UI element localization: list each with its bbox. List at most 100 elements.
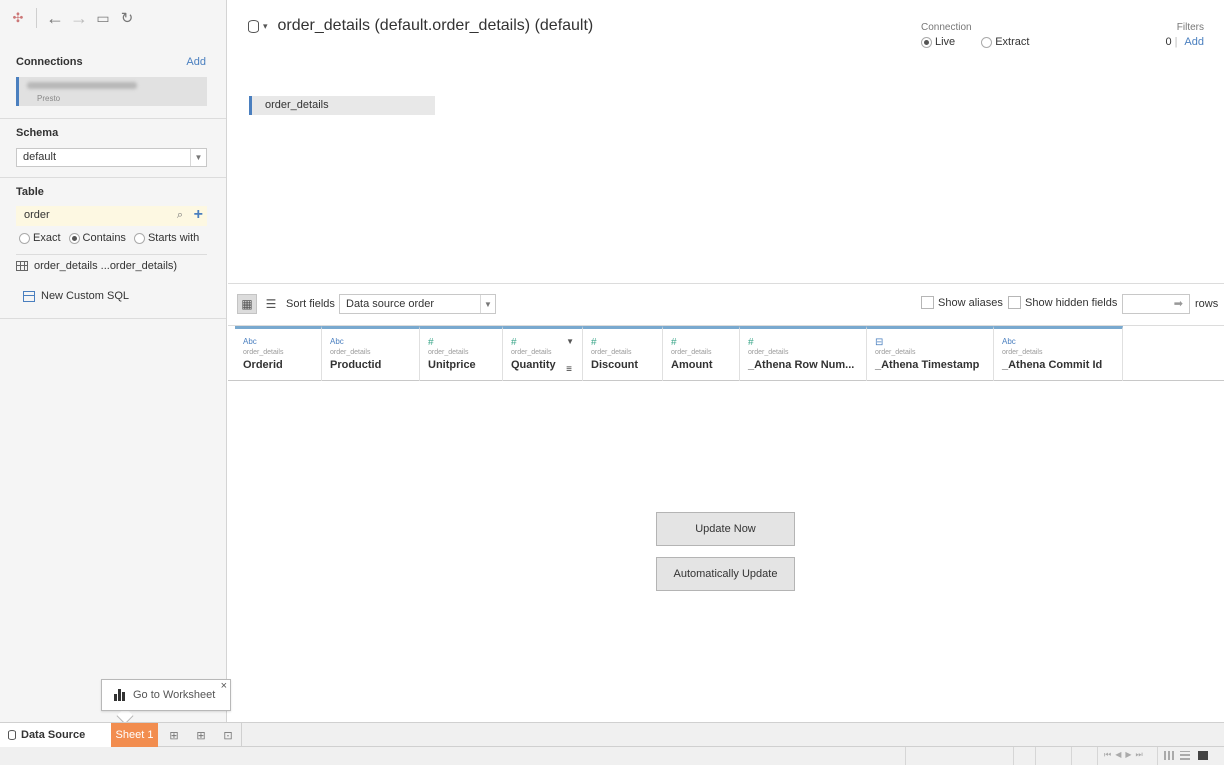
string-type-icon[interactable]: Abc bbox=[1002, 337, 1122, 347]
table-search-input[interactable]: order ⌕ + bbox=[16, 206, 207, 226]
datasource-title[interactable]: ▾ order_details (default.order_details) … bbox=[248, 17, 593, 35]
match-options: Exact Contains Starts with bbox=[19, 232, 203, 244]
rows-input[interactable]: ➡ bbox=[1122, 294, 1190, 314]
number-type-icon[interactable]: # bbox=[428, 337, 502, 348]
checkbox[interactable] bbox=[1008, 296, 1021, 309]
go-arrow-icon[interactable]: ➡ bbox=[1174, 297, 1183, 310]
radio-extract[interactable]: Extract bbox=[981, 36, 1029, 48]
radio-button[interactable] bbox=[19, 232, 30, 244]
sheet1-tab[interactable]: Sheet 1 bbox=[111, 723, 158, 747]
add-plus-icon[interactable]: + bbox=[194, 206, 203, 224]
radio-button[interactable] bbox=[133, 232, 145, 244]
tableau-logo-icon[interactable]: ✣ bbox=[6, 6, 30, 30]
radio-contains[interactable]: Contains bbox=[68, 232, 126, 244]
close-icon[interactable]: × bbox=[221, 680, 227, 692]
filters-label: Filters bbox=[1176, 22, 1204, 33]
refresh-icon[interactable]: ↻ bbox=[115, 6, 139, 30]
custom-sql-icon bbox=[23, 290, 35, 302]
tabs-view-icon[interactable] bbox=[1198, 751, 1208, 760]
column-header[interactable]: Abc order_details _Athena Commit Id bbox=[994, 326, 1123, 381]
data-source-tab-label: Data Source bbox=[21, 729, 86, 741]
auto-update-button[interactable]: Automatically Update bbox=[656, 557, 795, 591]
chevron-down-icon[interactable]: ▼ bbox=[190, 149, 206, 166]
chevron-down-icon[interactable]: ▼ bbox=[480, 295, 495, 313]
column-header[interactable]: # order_details _Athena Row Num... bbox=[740, 326, 867, 381]
status-segment bbox=[1035, 747, 1071, 765]
chevron-down-icon[interactable]: ▾ bbox=[263, 21, 268, 32]
column-header[interactable]: # order_details Amount bbox=[663, 326, 740, 381]
back-arrow-icon[interactable]: ← bbox=[43, 6, 67, 30]
radio-live[interactable]: Live bbox=[921, 36, 955, 48]
column-menu-icon[interactable]: ▼ bbox=[566, 337, 574, 346]
connection-item[interactable]: Presto bbox=[16, 77, 207, 106]
grid-view-button[interactable]: ▦ bbox=[237, 294, 257, 314]
number-type-icon[interactable]: # bbox=[591, 337, 662, 348]
string-type-icon[interactable]: Abc bbox=[330, 337, 419, 347]
sheet-navigation: ⏮◀▶⏭ bbox=[1097, 747, 1157, 765]
toolbar-divider bbox=[36, 8, 37, 28]
column-header[interactable]: # order_details Quantity ▼ ≡ bbox=[503, 326, 583, 381]
checkbox[interactable] bbox=[921, 296, 934, 309]
list-view-button[interactable]: ☰ bbox=[261, 294, 281, 314]
forward-arrow-icon[interactable]: → bbox=[67, 6, 91, 30]
update-now-button[interactable]: Update Now bbox=[656, 512, 795, 546]
table-heading: Table bbox=[16, 186, 44, 198]
new-custom-sql[interactable]: New Custom SQL bbox=[23, 290, 129, 302]
column-source: order_details bbox=[748, 349, 789, 356]
bar bbox=[122, 692, 125, 701]
column-source: order_details bbox=[243, 349, 284, 356]
radio-exact[interactable]: Exact bbox=[19, 232, 61, 244]
datetime-type-icon[interactable]: ⊟ bbox=[875, 337, 993, 348]
column-header[interactable]: # order_details Unitprice bbox=[420, 326, 503, 381]
search-value: order bbox=[24, 209, 50, 221]
filters-add-link[interactable]: Add bbox=[1184, 36, 1204, 48]
sheet-sorter-icon[interactable] bbox=[1164, 751, 1174, 760]
radio-label: Extract bbox=[995, 36, 1030, 48]
show-aliases-checkbox[interactable]: Show aliases bbox=[921, 296, 1003, 309]
top-toolbar: ✣ ← → ▭ ↻ bbox=[0, 6, 139, 30]
column-header[interactable]: Abc order_details Orderid bbox=[235, 326, 322, 381]
table-icon bbox=[16, 261, 28, 271]
filmstrip-icon[interactable] bbox=[1180, 751, 1190, 760]
radio-button[interactable] bbox=[981, 36, 993, 48]
radio-button[interactable] bbox=[68, 232, 80, 244]
radio-starts-with[interactable]: Starts with bbox=[133, 232, 199, 244]
divider bbox=[0, 318, 226, 319]
string-type-icon[interactable]: Abc bbox=[243, 337, 321, 347]
connection-mode: Connection Live Extract bbox=[921, 22, 1033, 48]
data-source-tab[interactable]: Data Source bbox=[0, 723, 111, 747]
show-hidden-fields-checkbox[interactable]: Show hidden fields bbox=[1008, 296, 1117, 309]
radio-button[interactable] bbox=[921, 36, 932, 48]
new-dashboard-icon[interactable]: ⊞ bbox=[192, 726, 210, 744]
grid-icon: ▦ bbox=[241, 297, 253, 311]
save-icon[interactable]: ▭ bbox=[91, 6, 115, 30]
schema-select[interactable]: default ▼ bbox=[16, 148, 207, 167]
filters-separator: | bbox=[1174, 36, 1178, 48]
canvas-table-pill[interactable]: order_details bbox=[249, 96, 435, 115]
go-to-worksheet-tooltip[interactable]: Go to Worksheet × bbox=[101, 679, 231, 711]
sort-indicator-icon[interactable]: ≡ bbox=[566, 364, 572, 375]
divider bbox=[0, 177, 226, 178]
number-type-icon[interactable]: # bbox=[748, 337, 866, 348]
filters: Filters 0 | Add bbox=[1165, 22, 1204, 48]
sheet-nav-arrows-icon[interactable]: ⏮◀▶⏭ bbox=[1104, 750, 1147, 760]
column-name: Productid bbox=[330, 359, 382, 371]
table-list-item[interactable]: order_details ...order_details) bbox=[16, 254, 207, 274]
new-story-icon[interactable]: ⊡ bbox=[219, 726, 237, 744]
search-icon[interactable]: ⌕ bbox=[177, 209, 183, 222]
connections-heading: Connections bbox=[16, 56, 83, 68]
connection-type: Presto bbox=[37, 94, 61, 103]
column-name: Discount bbox=[591, 359, 639, 371]
column-header[interactable]: # order_details Discount bbox=[583, 326, 663, 381]
new-worksheet-icon[interactable]: ⊞ bbox=[165, 726, 183, 744]
column-name: Unitprice bbox=[428, 359, 476, 371]
column-header[interactable]: ⊟ order_details _Athena Timestamp bbox=[867, 326, 994, 381]
radio-label: Contains bbox=[82, 232, 126, 244]
number-type-icon[interactable]: # bbox=[671, 337, 739, 348]
view-switcher bbox=[1157, 747, 1224, 765]
connection-label: Connection bbox=[921, 22, 972, 33]
column-header[interactable]: Abc order_details Productid bbox=[322, 326, 420, 381]
sort-fields-select[interactable]: Data source order ▼ bbox=[339, 294, 496, 314]
database-icon bbox=[248, 19, 259, 33]
add-connection-link[interactable]: Add bbox=[186, 56, 206, 68]
